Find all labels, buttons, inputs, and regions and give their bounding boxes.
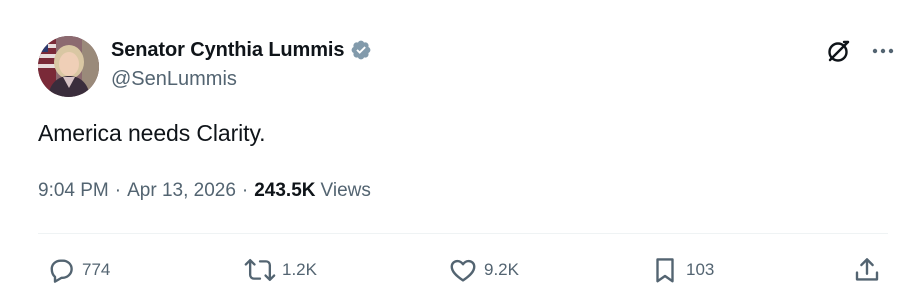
like-count: 9.2K xyxy=(484,260,519,279)
repost-button[interactable]: 1.2K xyxy=(244,255,317,285)
like-icon xyxy=(448,255,478,285)
tweet-top-actions xyxy=(826,38,894,64)
reply-button[interactable]: 774 xyxy=(46,255,110,285)
author-display-name[interactable]: Senator Cynthia Lummis xyxy=(111,39,345,62)
grok-icon[interactable] xyxy=(826,38,852,64)
views-count[interactable]: 243.5K xyxy=(254,180,315,202)
tweet-card: Senator Cynthia Lummis @SenLummis Americ xyxy=(0,0,922,308)
reply-count: 774 xyxy=(82,260,111,279)
tweet-meta: 9:04 PM · Apr 13, 2026 · 243.5K Views xyxy=(38,180,371,202)
more-icon[interactable] xyxy=(872,48,894,54)
author-name-row: Senator Cynthia Lummis xyxy=(111,36,372,64)
bookmark-icon xyxy=(650,255,680,285)
bookmark-count: 103 xyxy=(686,260,715,279)
author-handle[interactable]: @SenLummis xyxy=(111,68,237,91)
repost-count: 1.2K xyxy=(282,260,317,279)
action-bar: 774 1.2K 9.2K 103 xyxy=(46,255,882,287)
verified-badge-icon[interactable] xyxy=(350,39,372,61)
avatar[interactable] xyxy=(38,36,99,97)
share-icon xyxy=(852,255,882,285)
share-button[interactable] xyxy=(852,255,882,285)
views-label: Views xyxy=(320,180,371,201)
reply-icon xyxy=(46,255,76,285)
tweet-text: America needs Clarity. xyxy=(38,120,266,146)
meta-separator: · xyxy=(241,180,249,201)
repost-icon xyxy=(244,255,276,285)
bookmark-button[interactable]: 103 xyxy=(650,255,714,285)
tweet-date[interactable]: Apr 13, 2026 xyxy=(127,180,236,202)
divider xyxy=(38,233,888,234)
meta-separator: · xyxy=(114,180,122,201)
like-button[interactable]: 9.2K xyxy=(448,255,519,285)
tweet-time[interactable]: 9:04 PM xyxy=(38,180,109,202)
